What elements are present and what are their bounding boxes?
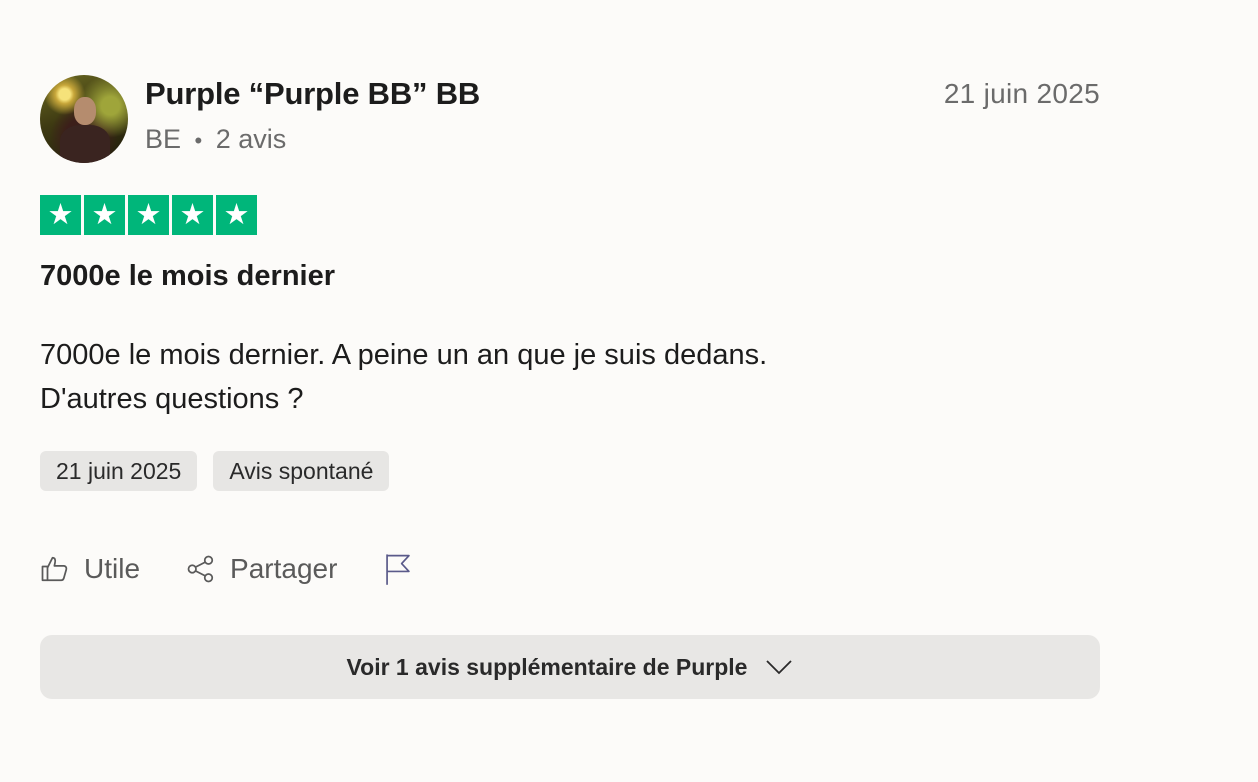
review-body-line: D'autres questions ?	[40, 383, 304, 415]
report-button[interactable]	[383, 552, 427, 586]
reviewer-meta: BE • 2 avis	[145, 124, 286, 155]
review-tags: 21 juin 2025 Avis spontané	[40, 451, 390, 491]
flag-icon	[386, 554, 411, 585]
review-actions: Utile Partager	[40, 552, 473, 586]
avatar[interactable]	[40, 75, 128, 163]
star-icon: ★	[172, 195, 213, 235]
meta-separator: •	[194, 128, 203, 153]
useful-button[interactable]: Utile	[40, 553, 140, 585]
review-header: Purple “Purple BB” BB BE • 2 avis 21 jui…	[40, 74, 1100, 164]
reviewer-name[interactable]: Purple “Purple BB” BB	[145, 76, 480, 112]
thumbs-up-icon	[41, 556, 68, 582]
avatar-face	[74, 97, 96, 125]
star-icon: ★	[128, 195, 169, 235]
review-title[interactable]: 7000e le mois dernier	[40, 260, 335, 293]
avatar-body	[60, 125, 110, 163]
review-body-line: 7000e le mois dernier. A peine un an que…	[40, 339, 768, 371]
review-date: 21 juin 2025	[943, 78, 1100, 109]
see-more-label: Voir 1 avis supplémentaire de Purple	[346, 653, 748, 680]
share-icon	[187, 555, 214, 583]
star-rating: ★ ★ ★ ★ ★	[40, 195, 257, 235]
see-more-reviews-button[interactable]: Voir 1 avis supplémentaire de Purple	[40, 635, 1100, 699]
star-icon: ★	[216, 195, 257, 235]
share-label: Partager	[230, 553, 338, 584]
spontaneous-tag: Avis spontané	[213, 451, 390, 491]
review-card: Purple “Purple BB” BB BE • 2 avis 21 jui…	[40, 74, 1100, 699]
review-body: 7000e le mois dernier. A peine un an que…	[40, 333, 940, 421]
reviewer-review-count: 2 avis	[215, 124, 287, 154]
star-icon: ★	[40, 195, 81, 235]
share-button[interactable]: Partager	[186, 553, 337, 585]
reviewer-country: BE	[145, 124, 182, 154]
star-icon: ★	[84, 195, 125, 235]
chevron-down-icon	[766, 660, 793, 675]
date-tag: 21 juin 2025	[40, 451, 198, 491]
useful-label: Utile	[84, 553, 141, 584]
